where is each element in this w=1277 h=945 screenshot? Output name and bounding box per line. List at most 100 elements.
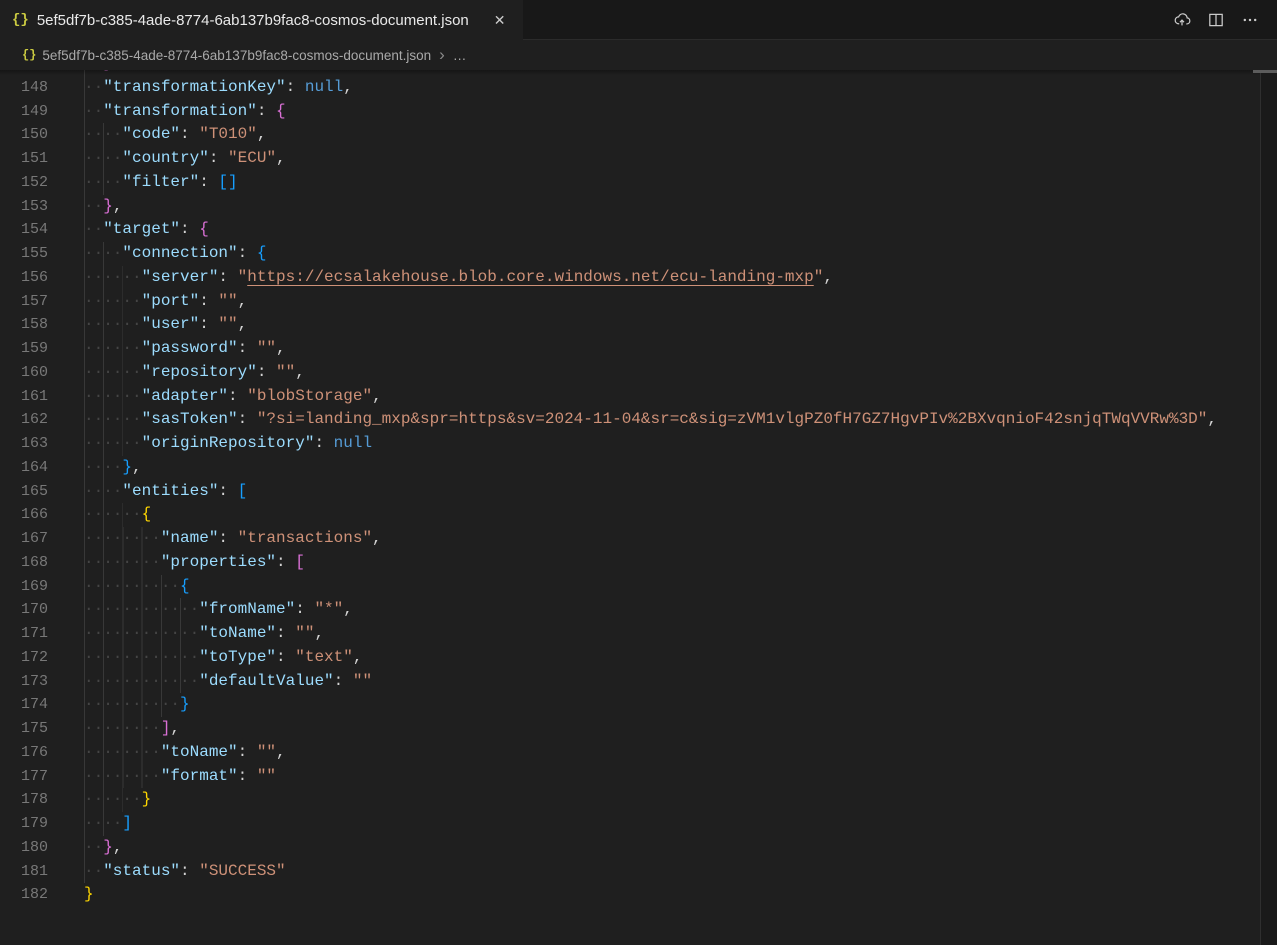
code-line[interactable]: 176········"toName": "", [0,741,1260,765]
code-line[interactable]: 181··"status": "SUCCESS" [0,860,1260,884]
code-line[interactable]: 171············"toName": "", [0,622,1260,646]
code-token: "connection" [122,244,237,262]
code-token: : [218,482,237,500]
breadcrumb-file-item[interactable]: 5ef5df7b-c385-4ade-8774-6ab137b9fac8-cos… [42,48,431,63]
code-line[interactable]: 151····"country": "ECU", [0,147,1260,171]
code-token: : [180,220,199,238]
code-token: "server" [142,268,219,286]
code-token: "password" [142,339,238,357]
json-file-icon: {} [12,13,29,27]
whitespace-dots: ········ [84,553,161,571]
whitespace-dots: ········ [84,767,161,785]
more-actions-icon[interactable] [1241,11,1259,29]
code-line[interactable]: 163······"originRepository": null [0,432,1260,456]
code-line[interactable]: 166 ······{ [0,503,1260,527]
code-token: { [199,220,209,238]
code-token: "text" [295,648,353,666]
whitespace-dots: ·· [84,862,103,880]
whitespace-dots: ·· [84,102,103,120]
code-line-text: ······{ [84,503,151,527]
close-icon[interactable]: ✕ [491,11,509,29]
code-line-text: ············"toType": "text", [84,646,362,670]
code-line[interactable]: 165····"entities": [ [0,480,1260,504]
code-line[interactable]: 154··"target": { [0,218,1260,242]
code-token: "originRepository" [142,434,315,452]
code-token: { [257,244,267,262]
code-token: : [238,767,257,785]
code-line[interactable]: 167········"name": "transactions", [0,527,1260,551]
breadcrumb-symbol-ellipsis[interactable]: … [453,48,467,63]
line-number: 157 [0,290,48,314]
code-token: "" [353,672,372,690]
code-token: null [305,78,343,96]
code-line[interactable]: 148··"transformationKey": null, [0,76,1260,100]
link-token[interactable]: https://ecsalakehouse.blob.core.windows.… [247,268,814,286]
code-token: , [113,197,123,215]
code-line[interactable]: 177········"format": "" [0,765,1260,789]
scrollbar[interactable] [1260,70,1277,945]
code-line[interactable]: 162······"sasToken": "?si=landing_mxp&sp… [0,408,1260,432]
code-line[interactable]: 161······"adapter": "blobStorage", [0,385,1260,409]
tab-json-file[interactable]: {} 5ef5df7b-c385-4ade-8774-6ab137b9fac8-… [0,0,523,40]
code-line[interactable]: 168········"properties": [ [0,551,1260,575]
code-token: "properties" [161,553,276,571]
code-token: , [314,624,324,642]
code-line[interactable]: 158······"user": "", [0,313,1260,337]
code-line[interactable]: 169··········{ [0,575,1260,599]
code-token: , [372,529,382,547]
line-number: 170 [0,598,48,622]
code-token: "" [218,292,237,310]
code-token: , [170,719,180,737]
code-token: } [142,790,152,808]
line-number: 166 [0,503,48,527]
code-line-text: ······"originRepository": null [84,432,372,456]
cloud-upload-icon[interactable] [1173,11,1191,29]
code-line[interactable]: 152····"filter": [] [0,171,1260,195]
code-line[interactable]: 149··"transformation": { [0,100,1260,124]
code-line[interactable]: 156······"server": "https://ecsalakehous… [0,266,1260,290]
code-line-text: ············"defaultValue": "" [84,670,372,694]
scrollbar-thumb[interactable] [1253,70,1277,73]
code-line[interactable]: 173············"defaultValue": "" [0,670,1260,694]
code-token: "blobStorage" [247,387,372,405]
code-line[interactable]: 157······"port": "", [0,290,1260,314]
code-line[interactable]: 150····"code": "T010", [0,123,1260,147]
code-editor[interactable]: ··}, 148··"transformationKey": null,149··… [0,70,1277,945]
whitespace-dots: ·········· [84,695,180,713]
code-line-text: ··········{ [84,575,190,599]
code-line[interactable]: 155····"connection": { [0,242,1260,266]
code-line-text: ······"server": "https://ecsalakehouse.b… [84,266,833,290]
code-line[interactable]: 178······} [0,788,1260,812]
code-line[interactable]: 172············"toType": "text", [0,646,1260,670]
code-line[interactable]: 179····] [0,812,1260,836]
code-token: "" [257,767,276,785]
code-line[interactable]: 164····}, [0,456,1260,480]
code-token: : [238,244,257,262]
code-line[interactable]: 159······"password": "", [0,337,1260,361]
code-token: "" [257,743,276,761]
code-line-text: ··"transformation": { [84,100,286,124]
code-line-text: ····"connection": { [84,242,266,266]
whitespace-dots: ···· [84,149,122,167]
split-editor-icon[interactable] [1207,11,1225,29]
code-line[interactable]: 153··}, [0,195,1260,219]
line-number: 180 [0,836,48,860]
code-token: } [103,197,113,215]
whitespace-dots: ······ [84,363,142,381]
code-token: "country" [122,149,208,167]
code-token: "filter" [122,173,199,191]
code-line[interactable]: 180 ··}, [0,836,1260,860]
code-line-text: ··}, [84,836,122,860]
code-token: , [1207,410,1217,428]
code-token: : [199,315,218,333]
code-line-text: ······} [84,788,151,812]
code-line[interactable]: 182} [0,883,1260,907]
code-token: "" [295,624,314,642]
code-token: "status" [103,862,180,880]
code-line[interactable]: 170············"fromName": "*", [0,598,1260,622]
code-token: "adapter" [142,387,228,405]
code-line[interactable]: 175········], [0,717,1260,741]
code-line[interactable]: 174··········} [0,693,1260,717]
code-line[interactable]: 160······"repository": "", [0,361,1260,385]
code-token: [ [238,482,248,500]
